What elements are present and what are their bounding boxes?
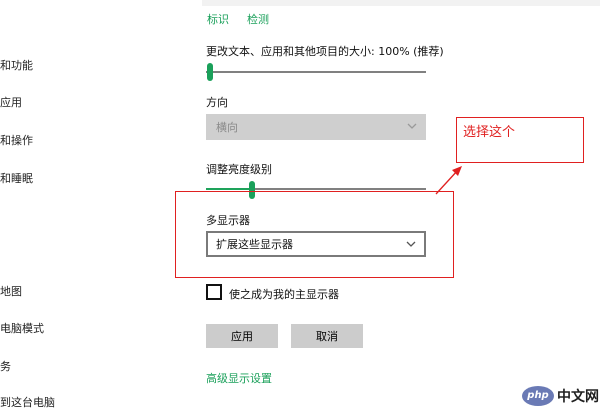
sidebar-item-apps-features[interactable]: 和功能 (0, 57, 33, 73)
sidebar-item-label: 到这台电脑 (0, 396, 55, 409)
annotation-callout-text: 选择这个 (463, 125, 516, 140)
sidebar-item-label: 地图 (0, 285, 22, 298)
sidebar-item-label: 和功能 (0, 59, 33, 72)
sidebar-item-project-to-pc[interactable]: 到这台电脑 (0, 394, 55, 410)
orientation-dropdown[interactable]: 横向 (206, 114, 426, 140)
sidebar-item-label: 和睡眠 (0, 172, 33, 185)
php-logo-badge: php (522, 385, 554, 406)
scale-slider-thumb[interactable] (207, 63, 213, 81)
chevron-down-icon (407, 123, 417, 129)
advanced-display-settings-link[interactable]: 高级显示设置 (206, 370, 272, 386)
scale-slider-track[interactable] (206, 71, 426, 73)
sidebar-item-notifications-actions[interactable]: 和操作 (0, 132, 33, 148)
brightness-slider-fill (206, 188, 251, 190)
apply-button[interactable]: 应用 (206, 324, 278, 348)
orientation-label: 方向 (206, 96, 228, 109)
top-scroll-strip (202, 0, 600, 6)
php-cn-logo: php 中文网 (522, 384, 600, 407)
sidebar-item-offline-maps[interactable]: 地图 (0, 283, 22, 299)
sidebar-item-multitasking[interactable]: 务 (0, 358, 11, 374)
sidebar-item-label: 应用 (0, 96, 22, 109)
identify-link[interactable]: 标识 (207, 11, 229, 27)
brightness-label: 调整亮度级别 (206, 163, 272, 176)
orientation-value: 横向 (216, 121, 238, 134)
brightness-slider-track[interactable] (254, 188, 426, 190)
annotation-highlight-box (175, 191, 454, 278)
sidebar-item-default-apps[interactable]: 应用 (0, 94, 22, 110)
php-logo-text: 中文网 (557, 388, 599, 405)
sidebar-item-label: 和操作 (0, 134, 33, 147)
main-display-checkbox[interactable] (206, 284, 222, 300)
annotation-arrow-icon (435, 166, 462, 195)
main-display-checkbox-label: 使之成为我的主显示器 (229, 288, 339, 301)
sidebar-item-power-sleep[interactable]: 和睡眠 (0, 170, 33, 186)
cancel-button[interactable]: 取消 (291, 324, 363, 348)
detect-link[interactable]: 检测 (247, 11, 269, 27)
sidebar-item-tablet-mode[interactable]: 电脑模式 (0, 320, 44, 336)
sidebar-item-label: 务 (0, 360, 11, 373)
scale-label: 更改文本、应用和其他项目的大小: 100% (推荐) (206, 45, 444, 58)
sidebar-item-label: 电脑模式 (0, 322, 44, 335)
